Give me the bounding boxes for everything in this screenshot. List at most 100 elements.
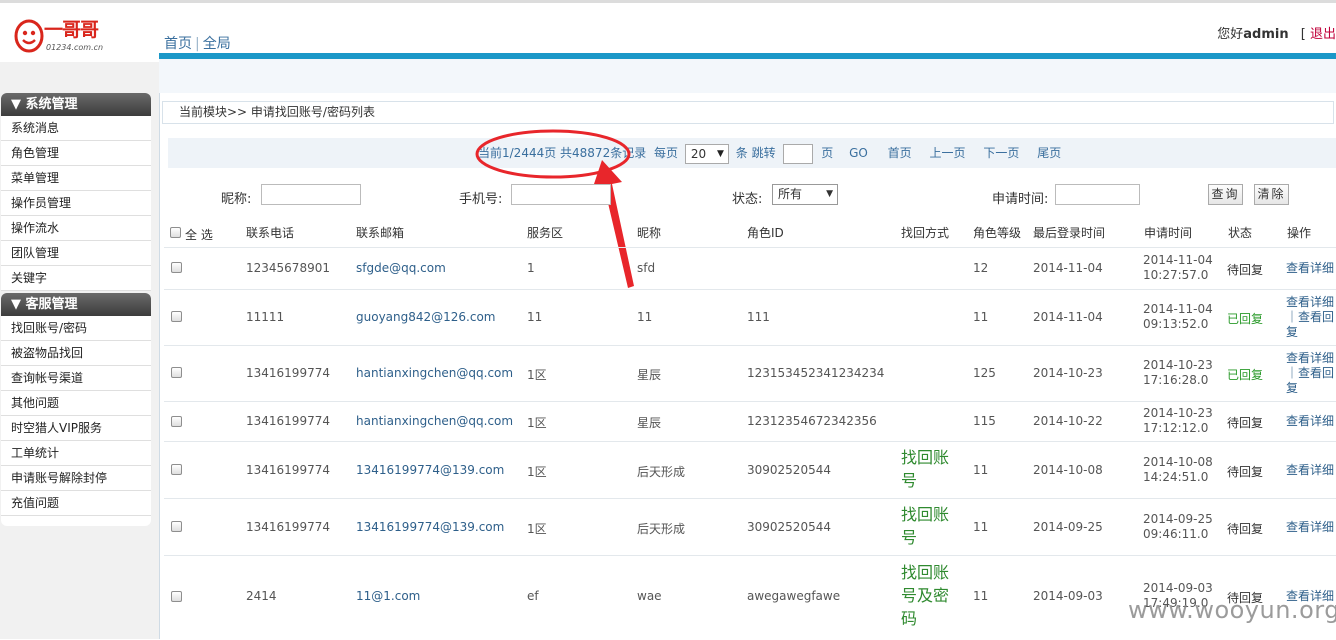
row-checkbox[interactable] bbox=[171, 367, 182, 378]
sidebar-item-stolen-items[interactable]: 被盗物品找回 bbox=[1, 341, 151, 366]
cell-status: 待回复 bbox=[1227, 522, 1264, 536]
cell-phone: 13416199774 bbox=[246, 463, 330, 477]
sidebar-item-role-management[interactable]: 角色管理 bbox=[1, 141, 151, 166]
cell-zone: 11 bbox=[527, 310, 543, 324]
cell-operation: 查看详细 bbox=[1286, 520, 1336, 535]
view-detail-link[interactable]: 查看详细 bbox=[1286, 414, 1334, 428]
next-page-link[interactable]: 下一页 bbox=[983, 146, 1019, 160]
cell-last-login: 2014-11-04 bbox=[1033, 261, 1103, 275]
select-all-checkbox[interactable]: 全 选 bbox=[170, 226, 213, 243]
cell-role-id: 30902520544 bbox=[747, 463, 831, 477]
col-header-operation: 操作 bbox=[1287, 226, 1312, 240]
view-reply-link[interactable]: ｜查看回复 bbox=[1286, 366, 1334, 395]
view-detail-link[interactable]: 查看详细 bbox=[1286, 295, 1334, 309]
cell-phone: 13416199774 bbox=[246, 414, 330, 428]
user-info: 您好admin [ 退出 bbox=[1217, 23, 1336, 42]
cell-last-login: 2014-09-03 bbox=[1033, 589, 1103, 603]
cell-level: 12 bbox=[973, 261, 989, 275]
cell-apply-time: 2014-10-08 14:24:51.0 bbox=[1143, 455, 1213, 485]
table-row: 11111 guoyang842@126.com 11 11 111 11 20… bbox=[164, 289, 1336, 346]
sub-toolbar bbox=[159, 59, 1336, 94]
cell-level: 11 bbox=[973, 520, 989, 534]
checkbox-icon[interactable] bbox=[170, 227, 181, 238]
last-page-link[interactable]: 尾页 bbox=[1037, 146, 1061, 160]
view-detail-link[interactable]: 查看详细 bbox=[1286, 520, 1334, 534]
sidebar-item-unban-request[interactable]: 申请账号解除封停 bbox=[1, 466, 151, 491]
cell-phone: 12345678901 bbox=[246, 261, 330, 275]
table-row: 12345678901 sfgde@qq.com 1 sfd 12 2014-1… bbox=[164, 247, 1336, 290]
logout-link[interactable]: 退出 bbox=[1310, 27, 1336, 42]
status-select[interactable]: 所有 ▼ bbox=[772, 184, 838, 205]
sidebar-item-operation-log[interactable]: 操作流水 bbox=[1, 216, 151, 241]
breadcrumb: 当前模块>> 申请找回账号/密码列表 bbox=[162, 101, 1334, 124]
chevron-down-icon: ▼ bbox=[716, 148, 724, 159]
row-checkbox[interactable] bbox=[171, 262, 182, 273]
cell-email: hantianxingchen@qq.com bbox=[356, 414, 514, 428]
cell-zone: 1区 bbox=[527, 465, 547, 479]
row-checkbox[interactable] bbox=[171, 521, 182, 532]
prev-page-link[interactable]: 上一页 bbox=[930, 146, 966, 160]
table-row: 13416199774 hantianxingchen@qq.com 1区 星辰… bbox=[164, 401, 1336, 442]
cell-phone: 11111 bbox=[246, 310, 285, 324]
sidebar-item-keywords[interactable]: 关键字 bbox=[1, 266, 151, 291]
view-detail-link[interactable]: 查看详细 bbox=[1286, 351, 1334, 365]
sidebar-item-vip-service[interactable]: 时空猎人VIP服务 bbox=[1, 416, 151, 441]
sidebar-item-menu-management[interactable]: 菜单管理 bbox=[1, 166, 151, 191]
sidebar-item-other-issues[interactable]: 其他问题 bbox=[1, 391, 151, 416]
cell-email: 11@1.com bbox=[356, 589, 421, 603]
col-header-email: 联系邮箱 bbox=[356, 226, 405, 240]
cell-nickname: 星辰 bbox=[637, 368, 662, 382]
per-page-unit: 条 bbox=[735, 146, 748, 160]
row-checkbox[interactable] bbox=[171, 416, 182, 427]
apply-time-input[interactable] bbox=[1055, 184, 1140, 205]
view-reply-link[interactable]: ｜查看回复 bbox=[1286, 310, 1334, 339]
phone-input[interactable] bbox=[511, 184, 611, 205]
col-header-method: 找回方式 bbox=[901, 226, 950, 240]
clear-button[interactable]: 清除 bbox=[1254, 184, 1289, 205]
cell-nickname: wae bbox=[637, 589, 662, 603]
apply-clock: 17:12:12.0 bbox=[1143, 421, 1209, 435]
row-checkbox[interactable] bbox=[171, 464, 182, 475]
page-unit-label: 页 bbox=[821, 146, 834, 160]
cell-apply-time: 2014-10-23 17:16:28.0 bbox=[1143, 358, 1213, 388]
nav-home[interactable]: 首页 bbox=[164, 36, 192, 52]
status-select-value: 所有 bbox=[778, 187, 803, 201]
row-checkbox[interactable] bbox=[171, 311, 182, 322]
cell-zone: ef bbox=[527, 589, 539, 603]
sidebar-item-recharge-issues[interactable]: 充值问题 bbox=[1, 491, 151, 516]
cell-email: 13416199774@139.com bbox=[356, 463, 505, 477]
status-label: 状态: bbox=[732, 192, 763, 207]
sidebar-item-system-messages[interactable]: 系统消息 bbox=[1, 116, 151, 141]
cell-phone: 2414 bbox=[246, 589, 277, 603]
sidebar-item-recover-account[interactable]: 找回账号/密码 bbox=[1, 316, 151, 341]
query-button[interactable]: 查询 bbox=[1208, 184, 1243, 205]
site-logo[interactable]: 一哥哥 01234.com.cn bbox=[14, 19, 114, 57]
view-detail-link[interactable]: 查看详细 bbox=[1286, 463, 1334, 477]
sidebar-item-operator-management[interactable]: 操作员管理 bbox=[1, 191, 151, 216]
per-page-select[interactable]: 20 ▼ bbox=[684, 143, 729, 164]
jump-page-input[interactable] bbox=[783, 143, 814, 164]
table-row: 13416199774 hantianxingchen@qq.com 1区 星辰… bbox=[164, 345, 1336, 402]
sidebar-section-system[interactable]: ▼ 系统管理 bbox=[1, 93, 151, 116]
logo-wordmark: 一哥哥 bbox=[44, 19, 99, 41]
col-header-status: 状态 bbox=[1228, 226, 1253, 240]
cell-email: guoyang842@126.com bbox=[356, 310, 496, 324]
go-button[interactable]: GO bbox=[849, 146, 868, 160]
sidebar-item-ticket-stats[interactable]: 工单统计 bbox=[1, 441, 151, 466]
cell-apply-time: 2014-09-25 09:46:11.0 bbox=[1143, 512, 1213, 542]
cell-last-login: 2014-11-04 bbox=[1033, 310, 1103, 324]
nickname-input[interactable] bbox=[261, 184, 361, 205]
jump-label: 跳转 bbox=[751, 146, 776, 160]
cell-role-id: awegawegfawe bbox=[747, 589, 841, 603]
row-checkbox[interactable] bbox=[171, 591, 182, 602]
apply-date: 2014-09-25 bbox=[1143, 512, 1213, 526]
sidebar-item-account-channel[interactable]: 查询帐号渠道 bbox=[1, 366, 151, 391]
view-detail-link[interactable]: 查看详细 bbox=[1286, 261, 1334, 275]
cell-status: 待回复 bbox=[1227, 465, 1264, 479]
first-page-link[interactable]: 首页 bbox=[888, 146, 912, 160]
apply-clock: 10:27:57.0 bbox=[1143, 268, 1209, 282]
cell-level: 11 bbox=[973, 310, 989, 324]
nav-global[interactable]: 全局 bbox=[203, 36, 231, 52]
sidebar-item-team-management[interactable]: 团队管理 bbox=[1, 241, 151, 266]
sidebar-section-customer-service[interactable]: ▼ 客服管理 bbox=[1, 293, 151, 316]
